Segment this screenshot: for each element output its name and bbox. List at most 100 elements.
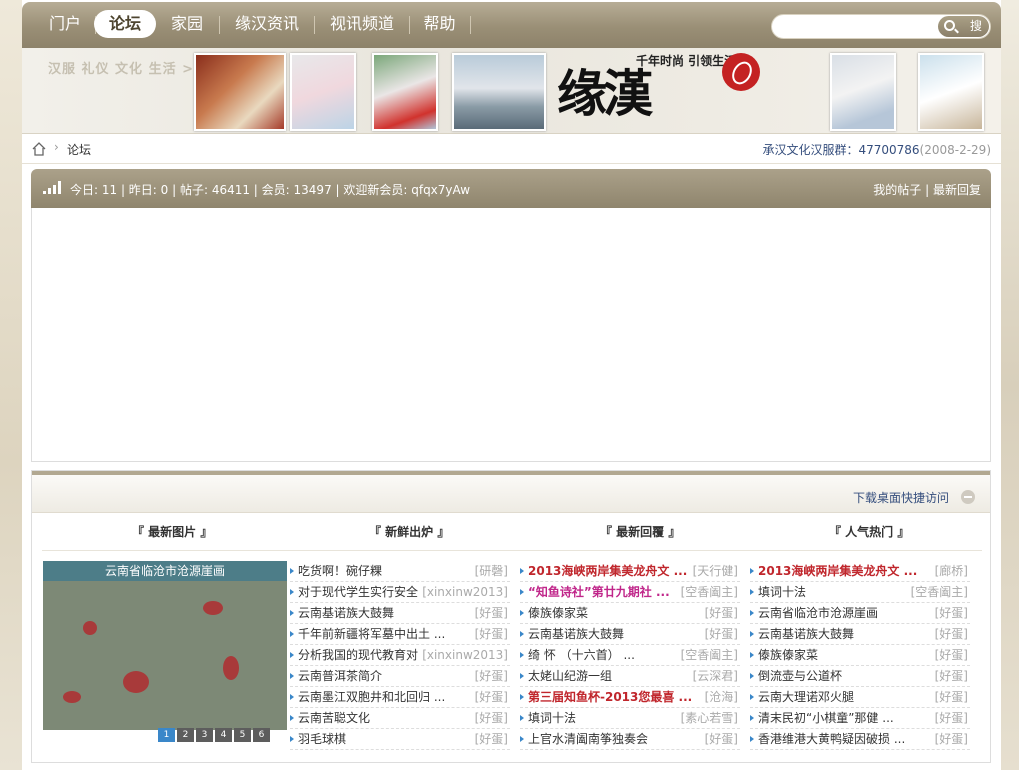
thread-title[interactable]: 第三届知鱼杯-2013您最喜 ... bbox=[528, 687, 692, 708]
thread-title[interactable]: 傣族傣家菜 bbox=[758, 645, 818, 666]
list-item: 对于现代学生实行安全 [xinxinw2013] bbox=[290, 582, 510, 603]
thread-author[interactable]: [云深君] bbox=[693, 666, 738, 687]
nav-forum[interactable]: 论坛 bbox=[94, 10, 156, 38]
list-item: 上官水清阖南筝独奏会 [好蛋] bbox=[520, 729, 740, 750]
thread-author[interactable]: [好蛋] bbox=[935, 687, 968, 708]
thread-title[interactable]: 清末民初“小棋童”那健 ... bbox=[758, 708, 894, 729]
thread-author[interactable]: [好蛋] bbox=[935, 666, 968, 687]
bullet-arrow-icon bbox=[520, 589, 524, 595]
breadcrumb-current[interactable]: 论坛 bbox=[67, 141, 91, 158]
latest-picture[interactable]: 云南省临沧市沧源崖画 bbox=[43, 561, 287, 730]
thread-title[interactable]: 云南基诺族大鼓舞 bbox=[528, 624, 624, 645]
thread-author[interactable]: [好蛋] bbox=[935, 708, 968, 729]
thread-author[interactable]: [沧海] bbox=[705, 687, 738, 708]
nav-video[interactable]: 视讯频道 bbox=[322, 10, 402, 38]
thread-title[interactable]: 云南普洱茶简介 bbox=[298, 666, 382, 687]
pager-item[interactable]: 5 bbox=[234, 728, 251, 742]
bullet-arrow-icon bbox=[520, 652, 524, 658]
bullet-arrow-icon bbox=[520, 715, 524, 721]
thread-title[interactable]: 上官水清阖南筝独奏会 bbox=[528, 729, 648, 750]
banner-photo[interactable] bbox=[830, 53, 896, 131]
home-icon[interactable] bbox=[32, 142, 46, 156]
thread-author[interactable]: [好蛋] bbox=[475, 729, 508, 750]
pager-item[interactable]: 4 bbox=[215, 728, 232, 742]
thread-title[interactable]: 云南墨江双胞井和北回归 ... bbox=[298, 687, 445, 708]
banner-photo[interactable] bbox=[918, 53, 984, 131]
pager-item[interactable]: 2 bbox=[177, 728, 194, 742]
thread-title[interactable]: 云南苦聪文化 bbox=[298, 708, 370, 729]
banner-photo[interactable] bbox=[372, 53, 438, 131]
thread-author[interactable]: [研磬] bbox=[475, 561, 508, 582]
banner-tags[interactable]: 汉服 礼仪 文化 生活 >> bbox=[48, 58, 206, 77]
thread-author[interactable]: [好蛋] bbox=[935, 729, 968, 750]
nav-help[interactable]: 帮助 bbox=[417, 10, 462, 38]
download-shortcut-link[interactable]: 下载桌面快捷访问 bbox=[853, 489, 949, 506]
thread-title[interactable]: 云南大理诺邓火腿 bbox=[758, 687, 854, 708]
search-button[interactable]: 搜 bbox=[938, 16, 989, 37]
header-popular: 『 人气热门 』 bbox=[829, 525, 910, 539]
thread-author[interactable]: [天行健] bbox=[693, 561, 738, 582]
my-posts-link[interactable]: 我的帖子 bbox=[873, 183, 921, 197]
bullet-arrow-icon bbox=[750, 673, 754, 679]
banner-photo[interactable] bbox=[194, 53, 286, 131]
thread-author[interactable]: [好蛋] bbox=[475, 603, 508, 624]
pager-item[interactable]: 3 bbox=[196, 728, 213, 742]
collapse-icon[interactable] bbox=[961, 490, 975, 504]
thread-title[interactable]: 2013海峡两岸集美龙舟文 ... bbox=[528, 561, 687, 582]
pager-item[interactable]: 6 bbox=[253, 728, 270, 742]
bullet-arrow-icon bbox=[750, 610, 754, 616]
thread-title[interactable]: 千年前新疆将军墓中出土 ... bbox=[298, 624, 445, 645]
thread-title[interactable]: 羽毛球棋 bbox=[298, 729, 346, 750]
thread-author[interactable]: [好蛋] bbox=[475, 687, 508, 708]
thread-author[interactable]: [好蛋] bbox=[475, 666, 508, 687]
thread-title[interactable]: 填词十法 bbox=[758, 582, 806, 603]
thread-title[interactable]: 吃货啊！碗仔粿 bbox=[298, 561, 382, 582]
nav-divider bbox=[219, 16, 220, 34]
thread-author[interactable]: [廊桥] bbox=[935, 561, 968, 582]
list-item: 云南大理诺邓火腿 [好蛋] bbox=[750, 687, 970, 708]
bullet-arrow-icon bbox=[290, 631, 294, 637]
thread-author[interactable]: [空香阖主] bbox=[681, 582, 738, 603]
thread-author[interactable]: [好蛋] bbox=[705, 624, 738, 645]
thread-author[interactable]: [空香阖主] bbox=[911, 582, 968, 603]
nav-portal[interactable]: 门户 bbox=[40, 10, 90, 38]
thread-author[interactable]: [好蛋] bbox=[475, 708, 508, 729]
page-background-left bbox=[0, 0, 22, 770]
pager-item[interactable]: 1 bbox=[158, 728, 175, 742]
thread-author[interactable]: [好蛋] bbox=[475, 624, 508, 645]
thread-title[interactable]: 云南基诺族大鼓舞 bbox=[758, 624, 854, 645]
forum-stats-text: 今日: 11 | 昨日: 0 | 帖子: 46411 | 会员: 13497 |… bbox=[70, 183, 471, 197]
thread-title[interactable]: 云南基诺族大鼓舞 bbox=[298, 603, 394, 624]
thread-author[interactable]: [素心若雪] bbox=[681, 708, 738, 729]
nav-news[interactable]: 缘汉资讯 bbox=[227, 10, 307, 38]
thread-title[interactable]: 绮 怀 （十六首） ... bbox=[528, 645, 635, 666]
thread-author[interactable]: [xinxinw2013] bbox=[422, 645, 508, 666]
bullet-arrow-icon bbox=[750, 652, 754, 658]
thread-author[interactable]: [xinxinw2013] bbox=[422, 582, 508, 603]
banner-photo[interactable] bbox=[452, 53, 546, 131]
list-item: 2013海峡两岸集美龙舟文 ... [天行健] bbox=[520, 561, 740, 582]
thread-title[interactable]: 太姥山纪游一组 bbox=[528, 666, 612, 687]
thread-author[interactable]: [好蛋] bbox=[705, 729, 738, 750]
nav-home[interactable]: 家园 bbox=[162, 10, 212, 38]
thread-title[interactable]: 倒流壶与公道杯 bbox=[758, 666, 842, 687]
bullet-arrow-icon bbox=[750, 631, 754, 637]
thread-title[interactable]: 填词十法 bbox=[528, 708, 576, 729]
thread-author[interactable]: [好蛋] bbox=[935, 603, 968, 624]
thread-title[interactable]: “知鱼诗社”第廿九期社 ... bbox=[528, 582, 670, 603]
picture-caption[interactable]: 云南省临沧市沧源崖画 bbox=[43, 561, 287, 581]
thread-author[interactable]: [好蛋] bbox=[935, 624, 968, 645]
bullet-arrow-icon bbox=[520, 610, 524, 616]
thread-title[interactable]: 云南省临沧市沧源崖画 bbox=[758, 603, 878, 624]
thread-title[interactable]: 分析我国的现代教育对 bbox=[298, 645, 418, 666]
latest-reply-link[interactable]: 最新回复 bbox=[933, 183, 981, 197]
banner-photo[interactable] bbox=[290, 53, 356, 131]
thread-title[interactable]: 2013海峡两岸集美龙舟文 ... bbox=[758, 561, 917, 582]
thread-author[interactable]: [好蛋] bbox=[705, 603, 738, 624]
thread-title[interactable]: 香港维港大黄鸭疑因破损 ... bbox=[758, 729, 905, 750]
thread-author[interactable]: [空香阖主] bbox=[681, 645, 738, 666]
list-item: 绮 怀 （十六首） ... [空香阖主] bbox=[520, 645, 740, 666]
thread-title[interactable]: 傣族傣家菜 bbox=[528, 603, 588, 624]
thread-title[interactable]: 对于现代学生实行安全 bbox=[298, 582, 418, 603]
thread-author[interactable]: [好蛋] bbox=[935, 645, 968, 666]
